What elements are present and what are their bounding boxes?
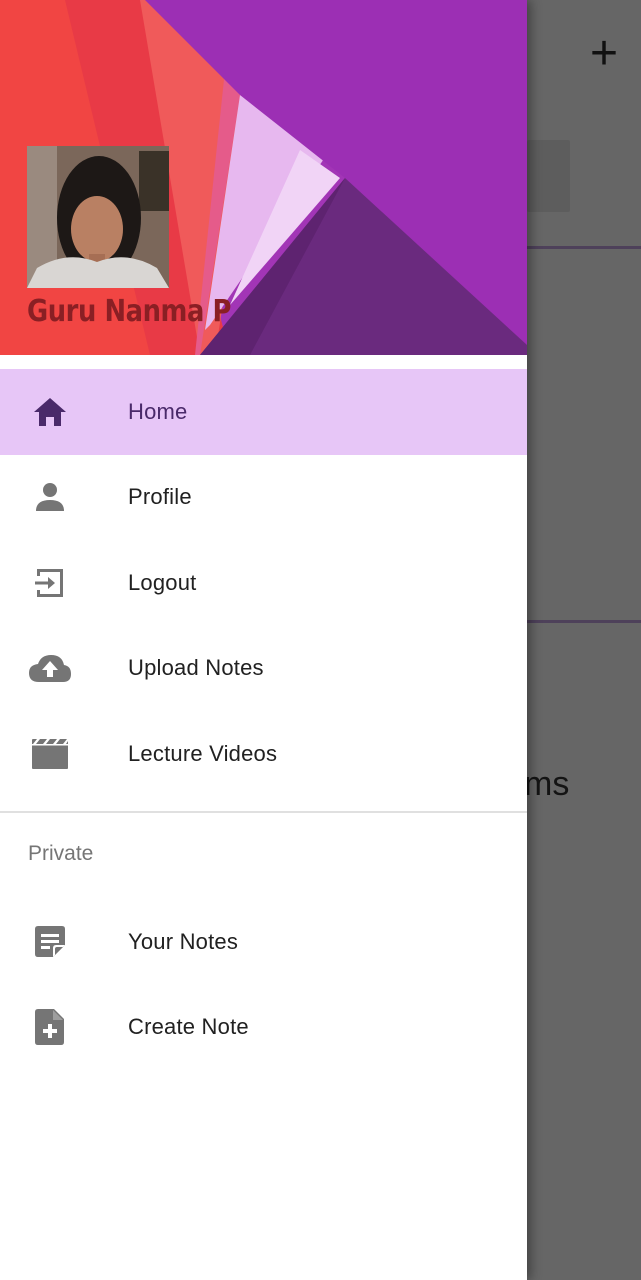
navigation-drawer: Guru Nanma P Home Profile Logout Upload … — [0, 0, 527, 1280]
home-icon — [28, 390, 72, 434]
menu-item-label: Logout — [128, 569, 197, 595]
menu-item-label: Lecture Videos — [128, 740, 278, 766]
avatar[interactable] — [27, 146, 169, 288]
menu-item-logout[interactable]: Logout — [0, 540, 527, 626]
drawer-header: Guru Nanma P — [0, 0, 527, 355]
menu-item-label: Upload Notes — [128, 655, 264, 681]
menu-item-your-notes[interactable]: Your Notes — [0, 899, 527, 985]
logout-icon — [28, 561, 72, 605]
menu-divider — [0, 811, 527, 813]
menu-item-home[interactable]: Home — [0, 369, 527, 455]
menu-item-upload-notes[interactable]: Upload Notes — [0, 626, 527, 712]
menu-item-label: Create Note — [128, 1014, 249, 1040]
menu-item-label: Home — [128, 398, 188, 424]
user-name: Guru Nanma P — [27, 294, 232, 329]
notes-icon — [28, 920, 72, 964]
avatar-photo — [27, 146, 169, 288]
menu-item-lecture-videos[interactable]: Lecture Videos — [0, 711, 527, 797]
cloud-upload-icon — [28, 646, 72, 690]
menu-item-profile[interactable]: Profile — [0, 455, 527, 541]
menu-item-create-note[interactable]: Create Note — [0, 985, 527, 1071]
section-header-private: Private — [28, 842, 94, 865]
note-add-icon — [28, 1005, 72, 1049]
person-icon — [28, 475, 72, 519]
plus-icon[interactable]: + — [572, 30, 636, 80]
main-menu: Home Profile Logout Upload Notes Lecture… — [0, 369, 527, 797]
menu-item-label: Your Notes — [128, 928, 239, 954]
menu-item-label: Profile — [128, 484, 192, 510]
movie-icon — [28, 732, 72, 776]
private-menu: Your Notes Create Note — [0, 899, 527, 1070]
